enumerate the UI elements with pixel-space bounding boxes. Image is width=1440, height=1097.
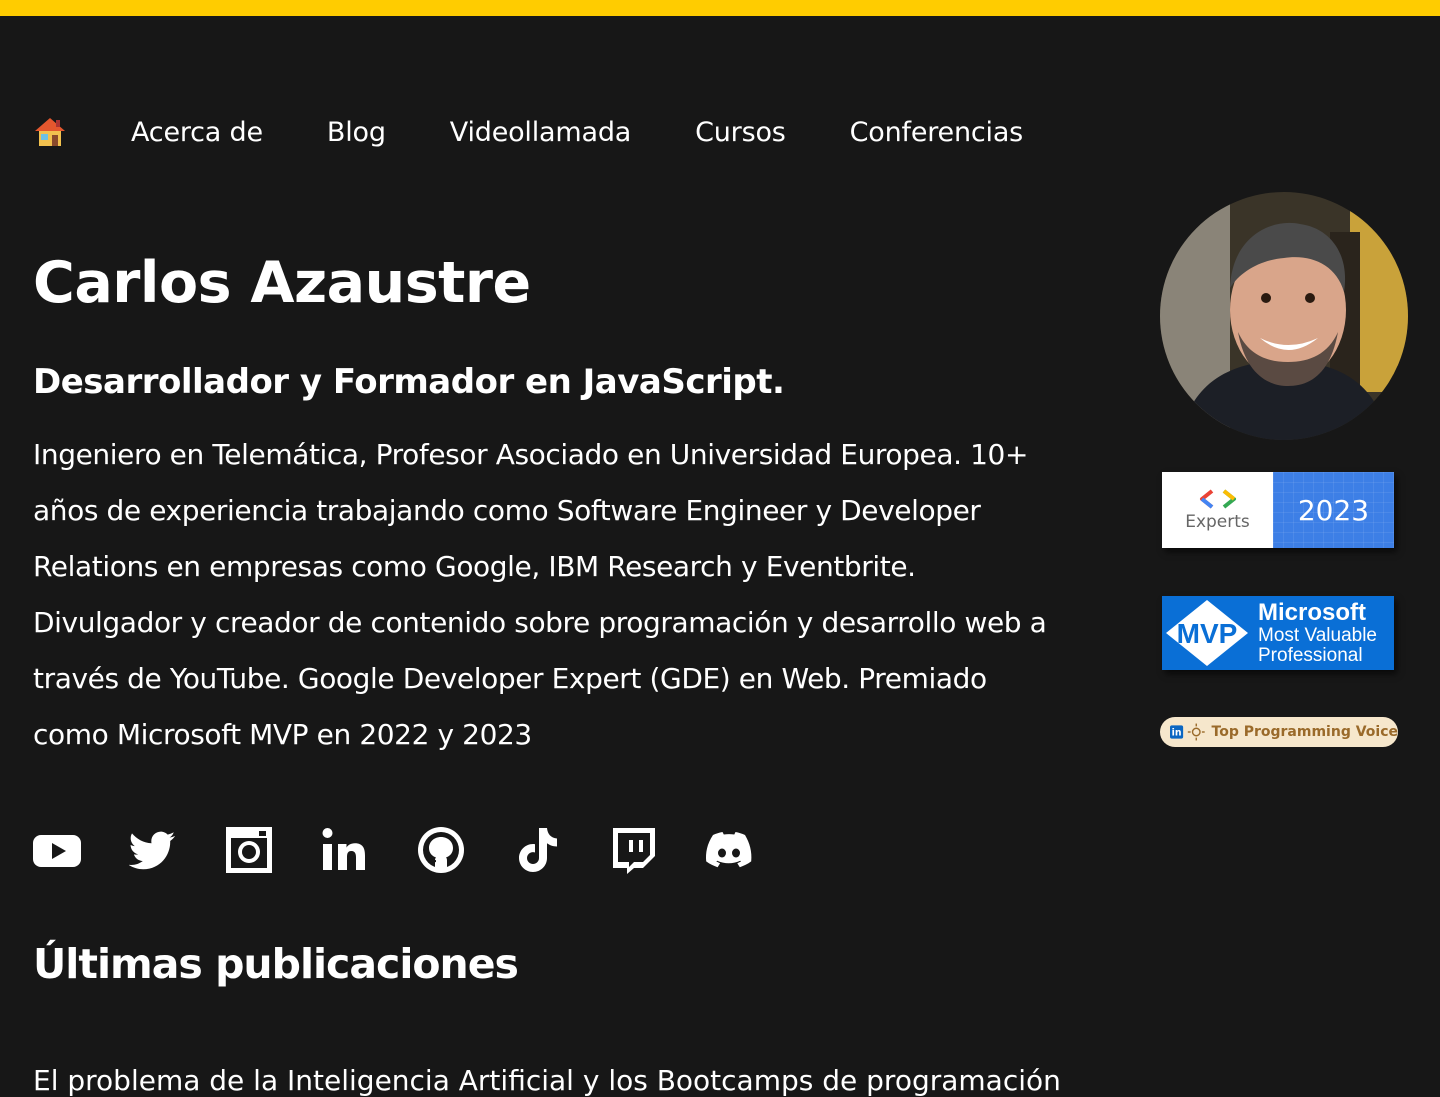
mvp-diamond-icon: MVP: [1166, 600, 1248, 666]
top-voice-label: Top Programming Voice: [1211, 724, 1398, 740]
youtube-icon[interactable]: [33, 826, 81, 874]
nav-item-cursos[interactable]: Cursos: [695, 117, 786, 148]
bio-paragraph: Ingeniero en Telemática, Profesor Asocia…: [33, 438, 1047, 751]
page-subtitle: Desarrollador y Formador en JavaScript.: [33, 362, 785, 402]
gde-experts-label: Experts: [1185, 512, 1250, 532]
nav-item-blog[interactable]: Blog: [327, 117, 386, 148]
nav-item-acerca-de[interactable]: Acerca de: [131, 117, 263, 148]
linkedin-icon[interactable]: [321, 826, 369, 874]
nav-item-conferencias[interactable]: Conferencias: [850, 117, 1024, 148]
linkedin-top-voice-badge: in Top Programming Voice: [1160, 717, 1398, 747]
microsoft-mvp-badge: MVP Microsoft Most Valuable Professional: [1162, 596, 1394, 670]
main-nav: Acerca de Blog Videollamada Cursos Confe…: [33, 110, 1087, 154]
mvp-line-2: Professional: [1258, 645, 1363, 666]
github-icon[interactable]: [417, 826, 465, 874]
latest-post-teaser[interactable]: El problema de la Inteligencia Artificia…: [33, 1064, 1061, 1097]
google-dev-chevrons-icon: [1199, 489, 1236, 509]
gde-year: 2023: [1273, 472, 1394, 548]
discord-icon[interactable]: [705, 826, 753, 874]
svg-text:in: in: [1172, 728, 1182, 739]
home-house-icon[interactable]: [33, 115, 67, 149]
mvp-line-1: Most Valuable: [1258, 625, 1377, 646]
page-title: Carlos Azaustre: [33, 250, 531, 316]
instagram-icon[interactable]: [225, 826, 273, 874]
latest-posts-heading: Últimas publicaciones: [33, 940, 519, 988]
twitter-icon[interactable]: [128, 826, 177, 874]
avatar: [1160, 192, 1408, 440]
mvp-logo-text: MVP: [1177, 618, 1238, 649]
social-links: [33, 826, 801, 874]
twitch-icon[interactable]: [609, 826, 657, 874]
accent-top-bar: [0, 0, 1440, 16]
gde-experts-badge: Experts 2023: [1162, 472, 1394, 548]
tiktok-icon[interactable]: [513, 826, 561, 874]
linkedin-bulb-icon: in: [1170, 723, 1205, 741]
mvp-brand: Microsoft: [1258, 599, 1366, 626]
nav-item-videollamada[interactable]: Videollamada: [450, 117, 632, 148]
